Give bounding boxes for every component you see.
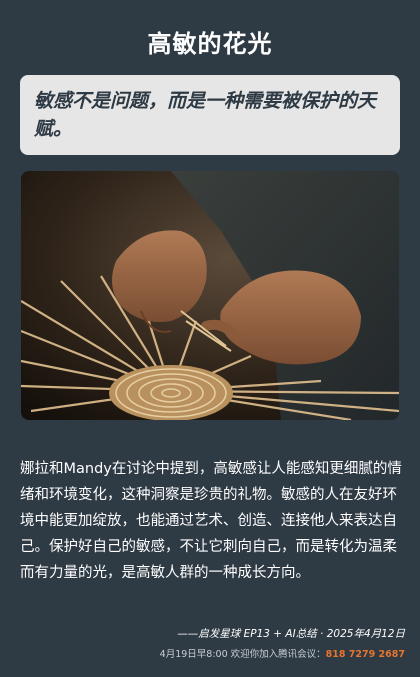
quote-text: 敏感不是问题，而是一种需要被保护的天赋。 — [34, 90, 377, 140]
footer-invite-text: 4月19日早8:00 欢迎你加入腾讯会议： — [159, 649, 326, 660]
meeting-id[interactable]: 818 7279 2687 — [326, 649, 405, 660]
basket-weaving-hands-image — [21, 171, 399, 420]
footer-invite: 4月19日早8:00 欢迎你加入腾讯会议：818 7279 2687 — [160, 646, 405, 660]
quote-box: 敏感不是问题，而是一种需要被保护的天赋。 — [20, 75, 400, 155]
body-paragraph: 娜拉和Mandy在讨论中提到，高敏感让人能感知更细腻的情绪和环境变化，这种洞察是… — [20, 461, 402, 581]
page-title: 高敏的花光 — [147, 30, 273, 58]
basket-weaving-photo — [21, 171, 399, 420]
credit-line: ——启发星球 EP13 + AI总结 · 2025年4月12日 — [177, 628, 405, 640]
